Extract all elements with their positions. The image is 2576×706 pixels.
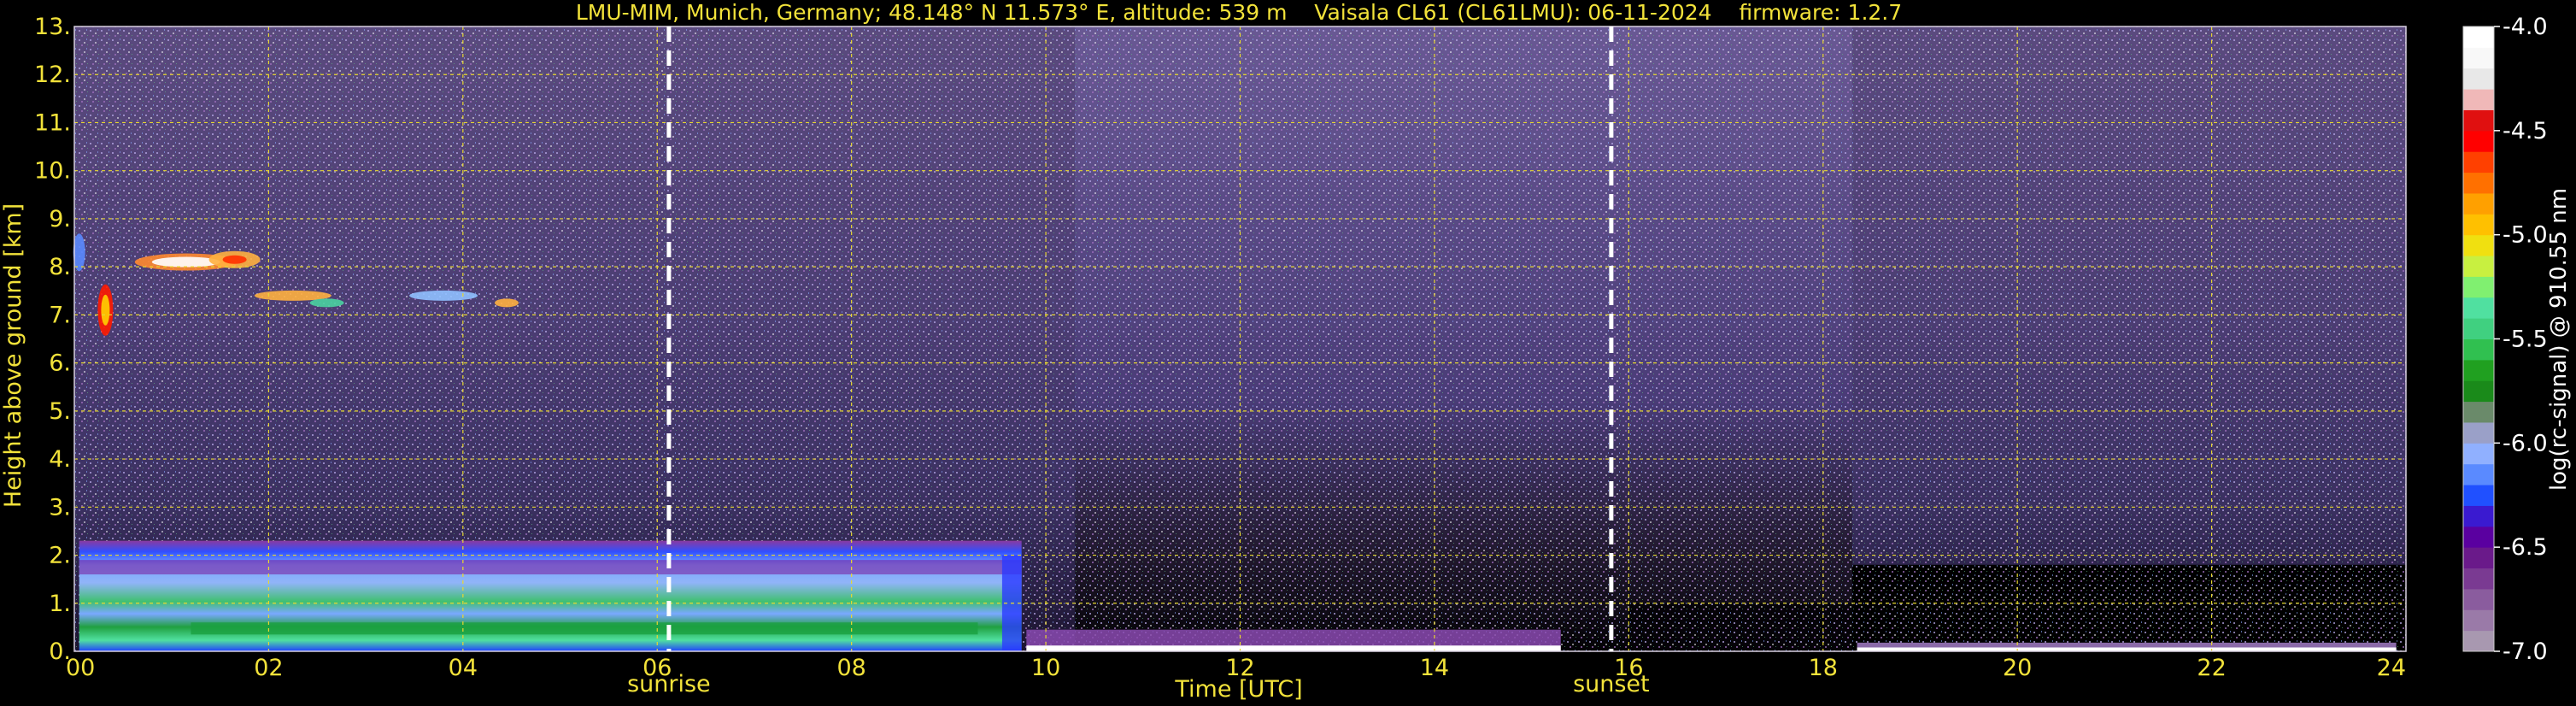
colorbar-segment <box>2463 380 2494 403</box>
cirrus-blob <box>101 294 110 326</box>
colorbar-segment <box>2463 26 2494 48</box>
x-tick-label: 18 <box>1809 655 1838 681</box>
y-tick-label: 12. <box>34 62 71 88</box>
colorbar-label: log(rc-signal) @ 910.55 nm <box>2546 188 2572 491</box>
x-tick-label: 22 <box>2197 655 2226 681</box>
x-tick-label: 12 <box>1225 655 1254 681</box>
x-tick-label: 06 <box>643 655 672 681</box>
y-tick-label: 10. <box>34 158 71 185</box>
y-tick-label: 9. <box>49 206 71 232</box>
x-tick-label: 14 <box>1420 655 1449 681</box>
colorbar-segment <box>2463 256 2494 277</box>
colorbar-segment <box>2463 89 2494 110</box>
cirrus-blob <box>222 255 247 264</box>
colorbar-segment <box>2463 68 2494 90</box>
colorbar-segment <box>2463 318 2494 339</box>
colorbar-segment <box>2463 630 2494 652</box>
y-tick-label: 4. <box>49 446 71 473</box>
colorbar-segment <box>2463 214 2494 236</box>
colorbar-segment <box>2463 463 2494 485</box>
y-tick-label: 6. <box>49 350 71 377</box>
colorbar-segment <box>2463 151 2494 174</box>
x-tick-label: 04 <box>449 655 478 681</box>
y-tick-label: 13. <box>34 14 71 40</box>
cirrus-blob <box>73 233 85 272</box>
cirrus-blob <box>495 298 519 308</box>
x-tick-label: 10 <box>1031 655 1060 681</box>
colorbar-segment <box>2463 109 2494 132</box>
colorbar-segment <box>2463 172 2494 194</box>
chart-title: LMU-MIM, Munich, Germany; 48.148° N 11.5… <box>576 0 1902 25</box>
x-tick-label: 08 <box>836 655 866 681</box>
colorbar-segment <box>2463 338 2494 361</box>
y-tick-label: 3. <box>49 494 71 521</box>
x-tick-label: 02 <box>254 655 283 681</box>
colorbar-segment <box>2463 443 2494 465</box>
colorbar-tick-label: -4.0 <box>2503 14 2548 40</box>
y-tick-label: 11. <box>34 109 71 136</box>
y-tick-label: 7. <box>49 302 71 328</box>
boundary-layer-top-band <box>79 560 1022 575</box>
x-tick-label: 16 <box>1614 655 1643 681</box>
colorbar-segment <box>2463 234 2494 256</box>
cirrus-blob <box>409 290 478 301</box>
plot-area <box>73 26 2406 651</box>
colorbar-tick-label: -5.0 <box>2503 222 2548 249</box>
colorbar-segment <box>2463 588 2494 610</box>
x-tick-label: 20 <box>2003 655 2032 681</box>
colorbar-segment <box>2463 547 2494 569</box>
colorbar-segment <box>2463 526 2494 548</box>
colorbar-segment <box>2463 485 2494 506</box>
colorbar-segment <box>2463 297 2494 319</box>
boundary-layer-band <box>79 540 1022 651</box>
cirrus-blob <box>309 298 344 308</box>
boundary-layer-green-band <box>191 622 978 635</box>
colorbar-segment <box>2463 130 2494 152</box>
colorbar-segment <box>2463 47 2494 69</box>
colorbar-tick-label: -5.5 <box>2503 327 2548 353</box>
colorbar-segment <box>2463 276 2494 298</box>
colorbar-tick-label: -6.0 <box>2503 430 2548 456</box>
colorbar-tick-label: -7.0 <box>2503 638 2548 665</box>
ceilometer-figure: LMU-MIM, Munich, Germany; 48.148° N 11.5… <box>0 0 2572 703</box>
y-tick-label: 1. <box>49 591 71 617</box>
y-tick-label: 2. <box>49 543 71 569</box>
colorbar-segment <box>2463 609 2494 632</box>
y-tick-label: 5. <box>49 398 71 425</box>
colorbar-tick-label: -6.5 <box>2503 534 2548 561</box>
colorbar: -4.0 -4.5 -5.0 -5.5 -6.0 -6.5 -7.0 <box>2462 14 2548 665</box>
colorbar-segment <box>2463 505 2494 527</box>
low-layer-bright-edge <box>1026 645 1561 651</box>
colorbar-segment <box>2463 401 2494 423</box>
colorbar-tick-label: -4.5 <box>2503 118 2548 144</box>
y-axis-label: Height above ground [km] <box>0 203 26 508</box>
colorbar-segment <box>2463 568 2494 590</box>
y-tick-label: 8. <box>49 254 71 280</box>
colorbar-segment <box>2463 192 2494 215</box>
colorbar-segment <box>2463 359 2494 381</box>
x-tick-label: 24 <box>2377 655 2406 681</box>
colorbar-segment <box>2463 421 2494 444</box>
y-tick-label: 0. <box>49 638 71 665</box>
